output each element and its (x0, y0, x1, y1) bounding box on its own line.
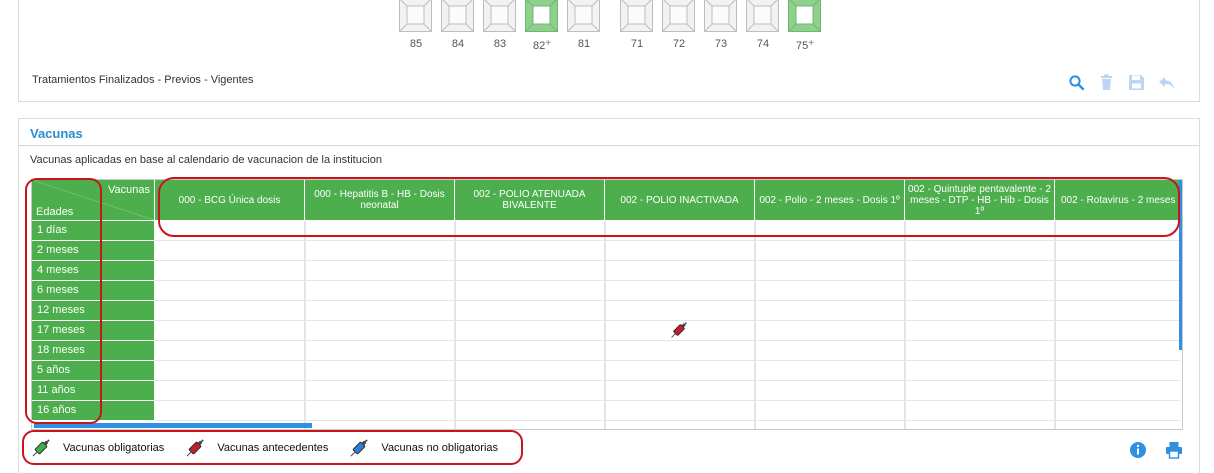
syringe-blue-icon (350, 439, 369, 457)
title-divider (19, 145, 1199, 146)
vertical-scrollbar[interactable] (1179, 180, 1182, 350)
tooth-number: 74 (743, 38, 783, 50)
tooth-75[interactable] (788, 0, 821, 32)
grid-row-divider (155, 240, 1180, 241)
tooth-number-text: 74 (756, 38, 770, 50)
grid-row-divider (155, 420, 1180, 421)
tooth-number: 71 (617, 38, 657, 50)
vaccines-title: Vacunas (30, 126, 83, 141)
corner-vaccines-label: Vacunas (108, 184, 150, 196)
odontogram-panel: 85 84 83 82+ 81 71 72 73 74 75+ Tratamientos Fina… (18, 0, 1200, 102)
age-row-header: 12 meses (32, 301, 154, 320)
grid-column-divider (304, 221, 306, 429)
age-row-header: 6 meses (32, 281, 154, 300)
age-row-header: 1 días (32, 221, 154, 240)
tooth-number-text: 81 (577, 38, 591, 50)
horizontal-scrollbar[interactable] (34, 423, 312, 428)
syringe-red-icon (668, 319, 690, 344)
tooth-number-text: 75 (795, 40, 809, 52)
tooth-number: 85 (396, 38, 436, 50)
tooth-number-text: 83 (493, 38, 507, 50)
vaccine-column-header[interactable]: 002 - Polio - 2 meses - Dosis 1º (755, 180, 904, 220)
vaccine-legend: Vacunas obligatorias Vacunas antecedentes… (29, 436, 517, 460)
vaccine-column-header[interactable]: 002 - POLIO INACTIVADA (605, 180, 754, 220)
tooth-74[interactable] (746, 0, 779, 32)
tooth-72[interactable] (662, 0, 695, 32)
grid-row-divider (155, 380, 1180, 381)
undo-icon[interactable] (1158, 74, 1175, 91)
grid-row-divider (155, 280, 1180, 281)
tooth-84[interactable] (441, 0, 474, 32)
print-icon[interactable] (1165, 441, 1183, 459)
age-row-header: 11 años (32, 381, 154, 400)
tooth-number: 73 (701, 38, 741, 50)
tooth-number-text: 72 (672, 38, 686, 50)
age-row-header: 2 meses (32, 241, 154, 260)
legend-label: Vacunas obligatorias (63, 442, 165, 454)
tooth-number: 84 (438, 38, 478, 50)
age-row-headers: 1 días 2 meses 4 meses 6 meses 12 meses 17 me… (32, 221, 154, 421)
tooth-number: 72 (659, 38, 699, 50)
legend-label: Vacunas antecedentes (217, 442, 329, 454)
tooth-85[interactable] (399, 0, 432, 32)
age-row-header: 5 años (32, 361, 154, 380)
grid-row-divider (155, 360, 1180, 361)
tooth-number-text: 73 (714, 38, 728, 50)
age-row-header: 4 meses (32, 261, 154, 280)
tooth-number: 82+ (522, 38, 562, 52)
grid-column-divider (604, 221, 606, 429)
grid-column-divider (754, 221, 756, 429)
tooth-71[interactable] (620, 0, 653, 32)
odontogram-toolbar (1068, 74, 1175, 91)
vaccines-panel: Vacunas Vacunas aplicadas en base al cal… (18, 118, 1200, 473)
grid-column-divider (454, 221, 456, 429)
syringe-green-icon (32, 439, 50, 457)
treatments-label: Tratamientos Finalizados - Previos - Vig… (32, 74, 254, 86)
tooth-number: 83 (480, 38, 520, 50)
vaccine-column-header[interactable]: 002 - Quintuple pentavalente - 2 meses -… (905, 180, 1054, 220)
vaccine-column-header[interactable]: 002 - Rotavirus - 2 meses (1055, 180, 1179, 220)
vaccine-column-header[interactable]: 002 - POLIO ATENUADA BIVALENTE (455, 180, 604, 220)
vaccine-column-header[interactable]: 000 - BCG Única dosis (155, 180, 304, 220)
tooth-73[interactable] (704, 0, 737, 32)
tooth-number-text: 82 (532, 40, 546, 52)
legend-item: Vacunas antecedentes (183, 436, 328, 460)
legend-item: Vacunas no obligatorias (347, 436, 498, 460)
vaccines-description: Vacunas aplicadas en base al calendario … (30, 154, 383, 166)
tooth-mark: + (545, 38, 552, 49)
grid-column-divider (1054, 221, 1056, 429)
tooth-mark: + (808, 38, 815, 49)
tooth-number-text: 84 (451, 38, 465, 50)
legend-label: Vacunas no obligatorias (381, 442, 499, 454)
corner-ages-label: Edades (36, 206, 74, 218)
tooth-number: 81 (564, 38, 604, 50)
tooth-number: 75+ (785, 38, 825, 52)
tooth-number-text: 85 (409, 38, 423, 50)
vaccination-grid: Vacunas Edades 000 - BCG Única dosis 000 … (31, 179, 1183, 430)
search-icon[interactable] (1068, 74, 1085, 91)
tooth-82[interactable] (525, 0, 558, 32)
tooth-number-text: 71 (630, 38, 644, 50)
grid-row-divider (155, 400, 1180, 401)
trash-icon[interactable] (1098, 74, 1115, 91)
grid-row-divider (155, 260, 1180, 261)
tooth-81[interactable] (567, 0, 600, 32)
grid-row-divider (155, 300, 1180, 301)
age-row-header: 17 meses (32, 321, 154, 340)
legend-item: Vacunas obligatorias (29, 436, 164, 460)
age-row-header: 16 años (32, 401, 154, 420)
grid-column-divider (904, 221, 906, 429)
tooth-83[interactable] (483, 0, 516, 32)
save-icon[interactable] (1128, 74, 1145, 91)
syringe-red-icon (186, 439, 204, 457)
age-row-header: 18 meses (32, 341, 154, 360)
vaccines-footer-actions (1129, 441, 1183, 459)
vaccine-column-header[interactable]: 000 - Hepatitis B - HB - Dosis neonatal (305, 180, 454, 220)
info-icon[interactable] (1129, 441, 1147, 459)
grid-corner-header: Vacunas Edades (32, 180, 154, 220)
vaccine-column-headers: 000 - BCG Única dosis 000 - Hepatitis B -… (155, 180, 1180, 220)
